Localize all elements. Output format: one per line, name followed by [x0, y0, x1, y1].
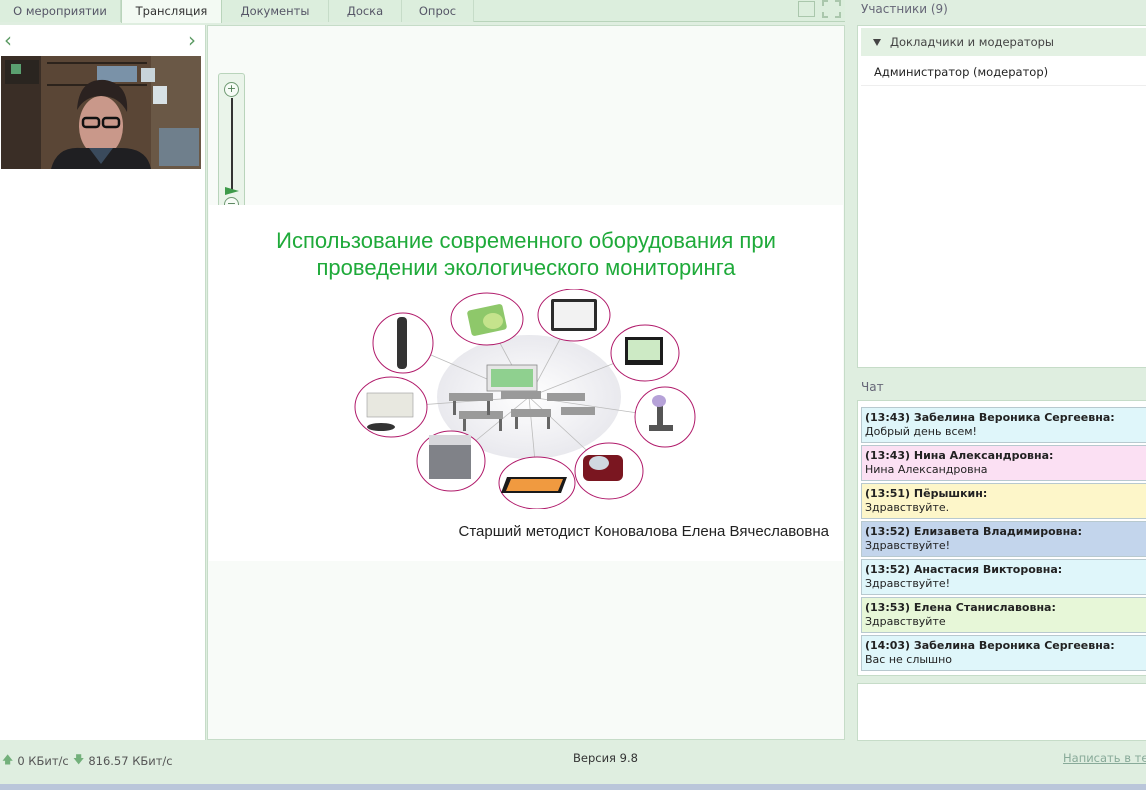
upload-speed-value: 0 КБит/с	[17, 753, 69, 768]
chat-message-text: Здравствуйте.	[865, 501, 950, 514]
chat-message: (13:43) Нина Александровна: Нина Александ…	[861, 445, 1146, 481]
chat-message: (13:51) Пёрышкин: Здравствуйте.	[861, 483, 1146, 519]
chat-message-text: Нина Александровна	[865, 463, 988, 476]
chat-message-text: Здравствуйте	[865, 615, 946, 628]
tab-broadcast[interactable]: Трансляция	[121, 0, 222, 23]
tab-about[interactable]: О мероприятии	[0, 0, 121, 22]
chat-message-text: Добрый день всем!	[865, 425, 977, 438]
status-bar: 🡅 0 КБит/с 🡇 816.57 КБит/с Версия 9.8 На…	[0, 742, 1146, 790]
chevron-right-icon[interactable]: ›	[188, 30, 196, 50]
chat-message: (13:53) Елена Станиславовна: Здравствуйте	[861, 597, 1146, 633]
chat-message-author: (13:51) Пёрышкин:	[865, 487, 988, 500]
chevron-left-icon[interactable]: ‹	[4, 30, 12, 50]
speaker-video	[1, 56, 201, 169]
chat-message-text: Здравствуйте!	[865, 539, 951, 552]
download-speed-value: 816.57 КБит/с	[88, 753, 173, 768]
bottom-strip	[0, 784, 1146, 790]
zoom-in-icon[interactable]: +	[224, 82, 239, 97]
chat-message-author: (13:53) Елена Станиславовна:	[865, 601, 1056, 614]
video-panel: ‹ ›	[0, 25, 206, 740]
chat-message-text: Вас не слышно	[865, 653, 953, 666]
fullscreen-icon[interactable]	[822, 0, 841, 18]
tab-poll[interactable]: Опрос	[402, 0, 474, 22]
zoom-slider-handle[interactable]	[225, 187, 239, 195]
chat-log: (13:43) Забелина Вероника Сергеевна: Добр…	[857, 400, 1146, 676]
speaker-video-frame	[1, 56, 201, 169]
chat-message-author: (13:43) Нина Александровна:	[865, 449, 1054, 462]
chat-message-text: Здравствуйте!	[865, 577, 951, 590]
chat-message: (13:43) Забелина Вероника Сергеевна: Добр…	[861, 407, 1146, 443]
slide: Использование современного оборудования …	[209, 205, 843, 561]
slide-author: Старший методист Коновалова Елена Вячесл…	[458, 523, 829, 540]
presentation-area: + − 1 Использование современного оборудо…	[207, 25, 845, 740]
zoom-track[interactable]	[231, 98, 233, 190]
version-label: Версия 9.8	[573, 751, 638, 765]
equipment-diagram	[354, 289, 696, 509]
chat-message: (13:52) Анастасия Викторовна: Здравствуйт…	[861, 559, 1146, 595]
chat-message-author: (13:52) Елизавета Владимировна:	[865, 525, 1083, 538]
triangle-down-icon	[873, 38, 881, 46]
upload-speed: 🡅 0 КБит/с	[2, 751, 69, 770]
chat-message: (14:03) Забелина Вероника Сергеевна: Вас …	[861, 635, 1146, 671]
chat-message-author: (14:03) Забелина Вероника Сергеевна:	[865, 639, 1115, 652]
participant-group-header[interactable]: Докладчики и модераторы	[861, 28, 1146, 56]
slide-title-line1: Использование современного оборудования …	[276, 228, 776, 253]
arrow-down-icon: 🡇	[73, 753, 85, 766]
participant-group-label: Докладчики и модераторы	[890, 35, 1054, 49]
slide-title: Использование современного оборудования …	[209, 227, 843, 281]
support-link[interactable]: Написать в тех	[1063, 751, 1146, 765]
slide-title-line2: проведении экологического мониторинга	[316, 255, 736, 280]
participants-panel: Докладчики и модераторы Администратор (м…	[857, 25, 1146, 368]
participant-item[interactable]: Администратор (модератор)	[861, 58, 1146, 86]
tab-board[interactable]: Доска	[329, 0, 402, 22]
tab-documents[interactable]: Документы	[222, 0, 329, 22]
tab-bar: О мероприятии Трансляция Документы Доска…	[0, 0, 845, 23]
chat-message-author: (13:52) Анастасия Викторовна:	[865, 563, 1063, 576]
window-mode-icon[interactable]	[798, 1, 815, 17]
chat-message-author: (13:43) Забелина Вероника Сергеевна:	[865, 411, 1115, 424]
chat-message: (13:52) Елизавета Владимировна: Здравству…	[861, 521, 1146, 557]
chat-input[interactable]	[857, 683, 1146, 741]
arrow-up-icon: 🡅	[2, 753, 14, 766]
chat-title: Чат	[861, 380, 884, 394]
download-speed: 🡇 816.57 КБит/с	[73, 751, 173, 770]
participants-title: Участники (9)	[861, 2, 948, 16]
